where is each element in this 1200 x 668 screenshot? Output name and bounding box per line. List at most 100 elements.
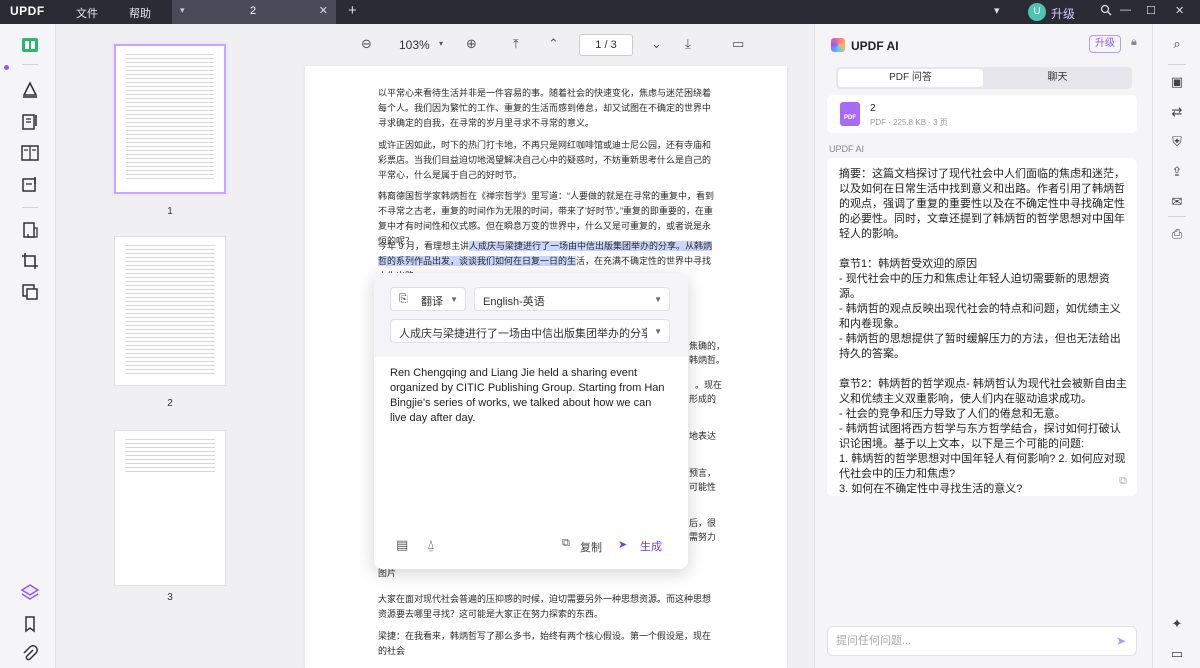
first-page-icon[interactable]: ⤒ xyxy=(513,36,519,52)
send-icon[interactable]: ➤ xyxy=(618,538,627,551)
tab-close-icon[interactable]: ✕ xyxy=(319,4,328,17)
chevron-down-icon: ▼ xyxy=(654,327,662,336)
bookmark-icon[interactable] xyxy=(20,614,40,634)
generate-button[interactable]: 生成 xyxy=(640,538,662,554)
pdf-file-icon: PDF xyxy=(840,102,860,126)
lock-icon[interactable]: 🔒︎ xyxy=(1131,36,1137,49)
page-thumbnail[interactable] xyxy=(114,430,226,586)
page-number-input[interactable]: 1 / 3 xyxy=(579,34,633,56)
next-page-icon[interactable]: ⌄ xyxy=(651,36,662,52)
text-fragment: 后，很 xyxy=(689,518,717,528)
page-tool-icon[interactable] xyxy=(20,143,40,163)
reader-icon[interactable] xyxy=(20,35,40,55)
thumbnail-page-number: 1 xyxy=(167,206,173,217)
document-tab[interactable]: ▾ 2 ✕ xyxy=(172,0,336,24)
copy-icon[interactable]: ⧉ xyxy=(1119,475,1127,488)
updf-ai-logo-icon xyxy=(831,38,845,52)
ai-question-input[interactable] xyxy=(836,633,1096,649)
thumbnail-page-number: 2 xyxy=(167,398,173,409)
app-logo: UPDF xyxy=(10,4,45,18)
bullet: - 社会的竞争和压力导致了人们的倦怠和无意。 xyxy=(839,408,1066,420)
convert-icon[interactable] xyxy=(20,220,40,240)
maximize-icon[interactable]: ☐ xyxy=(1146,4,1156,17)
previous-page-icon[interactable]: ⌃ xyxy=(548,36,559,52)
file-meta: PDF · 225.8 KB · 3 页 xyxy=(870,118,948,127)
comment-tool-icon[interactable] xyxy=(20,80,40,100)
upgrade-label: 升级 xyxy=(1051,7,1076,21)
bullet: - 现代社会中的压力和焦虑让年轻人迫切需要新的思想资源。 xyxy=(839,273,1110,300)
zoom-out-icon[interactable]: ⊖ xyxy=(361,36,372,52)
share-icon[interactable]: ⇪ xyxy=(1167,164,1187,184)
search-icon[interactable] xyxy=(1100,4,1112,19)
window-menu-icon[interactable]: ▾ xyxy=(994,4,1000,17)
form-tool-icon[interactable] xyxy=(20,174,40,194)
popup-settings xyxy=(374,273,688,357)
organize-pages-icon[interactable] xyxy=(20,282,40,302)
menu-file[interactable]: 文件 xyxy=(76,5,98,21)
presentation-icon[interactable]: ▭ xyxy=(732,36,744,52)
layers-icon[interactable] xyxy=(20,582,40,602)
avatar[interactable]: U xyxy=(1028,3,1046,21)
upgrade-button[interactable]: U 升级 xyxy=(1028,2,1082,22)
attachment-icon[interactable] xyxy=(20,644,40,664)
page-thumbnail[interactable] xyxy=(114,236,226,386)
translation-result: Ren Chengqing and Liang Jie held a shari… xyxy=(390,367,665,424)
file-name: 2 xyxy=(870,103,876,114)
message-sender: UPDF AI xyxy=(829,144,865,154)
save-icon[interactable]: ⎙ xyxy=(1167,226,1187,246)
convert-icon[interactable]: ⇄ xyxy=(1167,104,1187,124)
text-fragment: 。现在 xyxy=(695,380,723,390)
search-icon[interactable]: ⌕ xyxy=(1167,36,1187,56)
ai-upgrade-button[interactable]: 升级 xyxy=(1089,35,1121,53)
thumbnail-page-number: 3 xyxy=(167,592,173,603)
question: 3. 如何在不确定性中寻找生活的意义? xyxy=(839,483,1023,495)
chat-icon[interactable]: ▭ xyxy=(1167,646,1187,666)
mode-label: 翻译 xyxy=(421,296,443,308)
file-card[interactable]: PDF 2 PDF · 225.8 KB · 3 页 xyxy=(827,95,1137,133)
crop-icon[interactable] xyxy=(20,251,40,271)
updf-ai-icon[interactable]: ✦ xyxy=(1167,616,1187,636)
copy-button[interactable]: 复制 xyxy=(580,539,602,555)
minimize-icon[interactable]: — xyxy=(1120,4,1131,16)
close-icon[interactable]: ✕ xyxy=(1175,4,1184,17)
question: 1. 韩炳哲的哲学思想对中国年轻人有何影响? 2. 如何应对现代社会中的压力和焦… xyxy=(839,453,1126,480)
text-fragment: 焦确的， xyxy=(689,341,726,351)
divider xyxy=(22,207,38,208)
text-fragment: 地表达 xyxy=(689,431,717,441)
ai-question-box[interactable]: ➤ xyxy=(827,626,1137,656)
left-toolbar xyxy=(0,24,56,668)
zoom-in-icon[interactable]: ⊕ xyxy=(466,36,477,52)
selected-text[interactable]: 列作品出发，谈谈我们如何在日复一日的生 xyxy=(405,256,577,266)
chevron-down-icon: ▼ xyxy=(654,295,662,304)
email-icon[interactable]: ✉ xyxy=(1167,194,1187,214)
page-thumbnail[interactable] xyxy=(114,44,226,194)
text-fragment: 韩炳哲。 xyxy=(689,355,726,365)
mode-select[interactable]: ⎘ 翻译 ▼ xyxy=(390,287,466,311)
zoom-level[interactable]: 103% xyxy=(399,38,430,52)
tab-dropdown-icon[interactable]: ▾ xyxy=(180,5,185,16)
ai-message: 摘要：这篇文档探讨了现代社会中人们面临的焦虑和迷茫，以及如何在日常生活中找到意义… xyxy=(827,158,1137,496)
send-icon[interactable]: ➤ xyxy=(1116,634,1126,648)
highlight-icon[interactable]: ⍙ xyxy=(427,537,435,553)
ocr-icon[interactable]: ▣ xyxy=(1167,74,1187,94)
divider xyxy=(22,64,38,65)
source-text-select[interactable]: 人成庆与梁捷进行了一场由中信出版集团举办的分享... ▼ xyxy=(390,319,670,343)
edit-pdf-icon[interactable] xyxy=(20,112,40,132)
protect-icon[interactable]: ⛨ xyxy=(1167,134,1187,154)
language-select[interactable]: English-英语 ▼ xyxy=(474,287,670,311)
tab-chat[interactable]: 聊天 xyxy=(985,69,1130,87)
source-text: 人成庆与梁捷进行了一场由中信出版集团举办的分享... xyxy=(399,328,647,340)
translate-icon: ⎘ xyxy=(399,293,408,305)
last-page-icon[interactable]: ⤓ xyxy=(685,36,691,52)
menu-help[interactable]: 帮助 xyxy=(129,5,151,21)
text-fragment: 形成的 xyxy=(689,394,717,404)
zoom-dropdown-icon[interactable]: ▾ xyxy=(439,39,443,48)
tab-pdf-qa[interactable]: PDF 问答 xyxy=(838,69,983,87)
bullet: - 韩炳哲的观点反映出现代社会的特点和问题，如优绩主义和内卷现象。 xyxy=(839,303,1121,330)
chapter-title: 章节2：韩炳哲的哲学观点- 韩炳哲认为现代社会被新自由主义和优绩主义双重影响，使… xyxy=(839,378,1127,405)
new-tab-icon[interactable]: + xyxy=(348,2,357,19)
paragraph: 大家在面对现代社会普遍的压抑感的时候，迫切需要另外一种思想资源。而这种思想资源要… xyxy=(378,594,712,619)
text-fragment: 需努力 xyxy=(689,532,717,542)
comment-icon[interactable]: ▤ xyxy=(396,537,408,553)
copy-icon[interactable]: ⧉ xyxy=(562,537,570,550)
